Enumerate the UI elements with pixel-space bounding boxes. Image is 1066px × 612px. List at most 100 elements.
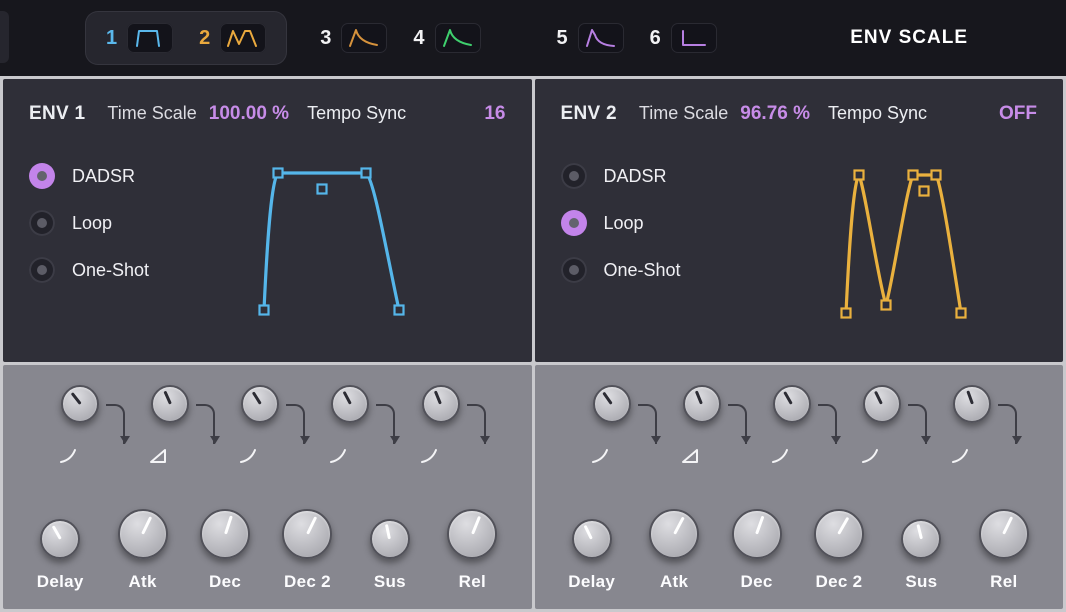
curve-knob[interactable] [593,385,631,423]
env2-curve-knob-row [535,365,1064,487]
curve-stage [577,381,659,487]
envelope-knob[interactable] [814,509,864,559]
curve-stage [45,381,127,487]
tab-env-5[interactable]: 5 [557,23,624,53]
env2-envelope-curve[interactable] [766,155,1036,333]
mode-option-loop[interactable]: Loop [561,210,747,236]
envelope-knob[interactable] [282,509,332,559]
curve-shape-icon [769,447,791,465]
curve-shape-icon [679,447,701,465]
tab-6-number: 6 [650,27,661,50]
loop-label: Loop [72,213,112,234]
env1-tempo-sync-value[interactable]: 16 [484,103,505,125]
curve-knob[interactable] [241,385,279,423]
tab-env-6[interactable]: 6 [650,23,717,53]
loop-radio[interactable] [561,210,587,236]
env2-graph-area [747,155,1056,333]
mod-arrow-icon [106,404,125,444]
envelope-knob[interactable] [649,509,699,559]
tab-env-4[interactable]: 4 [413,23,480,53]
mode-option-one-shot[interactable]: One-Shot [561,257,747,283]
curve-knob[interactable] [953,385,991,423]
env2-tempo-sync-label: Tempo Sync [828,103,927,124]
tab-2-number: 2 [199,27,210,50]
mode-option-one-shot[interactable]: One-Shot [29,257,215,283]
env2-knob-section: Delay Atk Dec Dec 2 Sus Rel [535,365,1064,609]
envelope-knob[interactable] [901,519,941,559]
curve-knob[interactable] [863,385,901,423]
env2-tempo-sync-value[interactable]: OFF [999,103,1037,125]
tab-env-2[interactable]: 2 [199,23,266,53]
knob-pointer [584,525,593,540]
curve-knob[interactable] [331,385,369,423]
env-scale-label: ENV SCALE [850,27,968,49]
knob-pointer [783,391,793,405]
clipped-left-element [0,11,9,63]
curve-knob[interactable] [773,385,811,423]
one-shot-radio[interactable] [29,257,55,283]
curve-shape-icon [327,447,349,465]
knob-pointer [252,391,262,404]
curve-stage [225,381,307,487]
tab-6-wave-box [671,23,717,53]
envelope-knob[interactable] [40,519,80,559]
envelope-knob[interactable] [370,519,410,559]
curve-knob[interactable] [61,385,99,423]
knob-label: Dec [209,572,241,592]
knob-pointer [471,516,481,535]
tab-env-1[interactable]: 1 [106,23,173,53]
envelope-knob[interactable] [572,519,612,559]
knob-pointer [434,390,442,404]
tab-env-3[interactable]: 3 [320,23,387,53]
env1-time-scale-label: Time Scale [107,103,196,124]
env1-time-scale-value[interactable]: 100.00 % [209,103,289,125]
dadsr-radio[interactable] [561,163,587,189]
knob-unit: Atk [101,509,183,592]
mod-arrow-icon [467,404,486,444]
env1-mode-list: DADSR Loop One-Shot [29,155,215,333]
curve-knob[interactable] [151,385,189,423]
knob-pointer [695,390,703,404]
env1-envelope-curve[interactable] [234,155,504,333]
mod-arrow-icon [818,404,837,444]
curve-shape-icon [859,447,881,465]
envelope-knob[interactable] [732,509,782,559]
envelope-knob[interactable] [200,509,250,559]
dadsr-radio[interactable] [29,163,55,189]
knob-pointer [755,516,764,535]
env-2-wave-icon [225,27,261,49]
env1-body: DADSR Loop One-Shot [3,125,532,333]
env-6-wave-icon [676,27,712,49]
loop-radio[interactable] [29,210,55,236]
one-shot-radio[interactable] [561,257,587,283]
curve-knob[interactable] [422,385,460,423]
mode-option-loop[interactable]: Loop [29,210,215,236]
knob-label: Dec [741,572,773,592]
knob-label: Sus [905,572,937,592]
curve-stage [135,381,217,487]
mode-option-dadsr[interactable]: DADSR [29,163,215,189]
env2-time-scale-value[interactable]: 96.76 % [740,103,810,125]
knob-unit: Dec [184,509,266,592]
curve-knob[interactable] [683,385,721,423]
curve-shape-icon [589,447,611,465]
knob-pointer [1002,516,1013,534]
knob-pointer [224,515,233,534]
knob-label: Delay [568,572,615,592]
mod-arrow-icon [728,404,747,444]
knob-label: Dec 2 [284,572,331,592]
knob-unit: Delay [551,519,633,592]
envelope-knob[interactable] [979,509,1029,559]
knob-label: Rel [990,572,1017,592]
mod-arrow-icon [376,404,395,444]
mode-option-dadsr[interactable]: DADSR [561,163,747,189]
mod-arrow-icon [638,404,657,444]
env1-knob-section: Delay Atk Dec Dec 2 Sus Rel [3,365,532,609]
knob-pointer [916,524,923,539]
envelope-knob[interactable] [118,509,168,559]
env2-panel: ENV 2 Time Scale 96.76 % Tempo Sync OFF … [535,79,1064,609]
tab-4-wave-box [435,23,481,53]
curve-stage [757,381,839,487]
envelope-knob[interactable] [447,509,497,559]
tab-group-5-6: 5 6 [537,12,737,64]
